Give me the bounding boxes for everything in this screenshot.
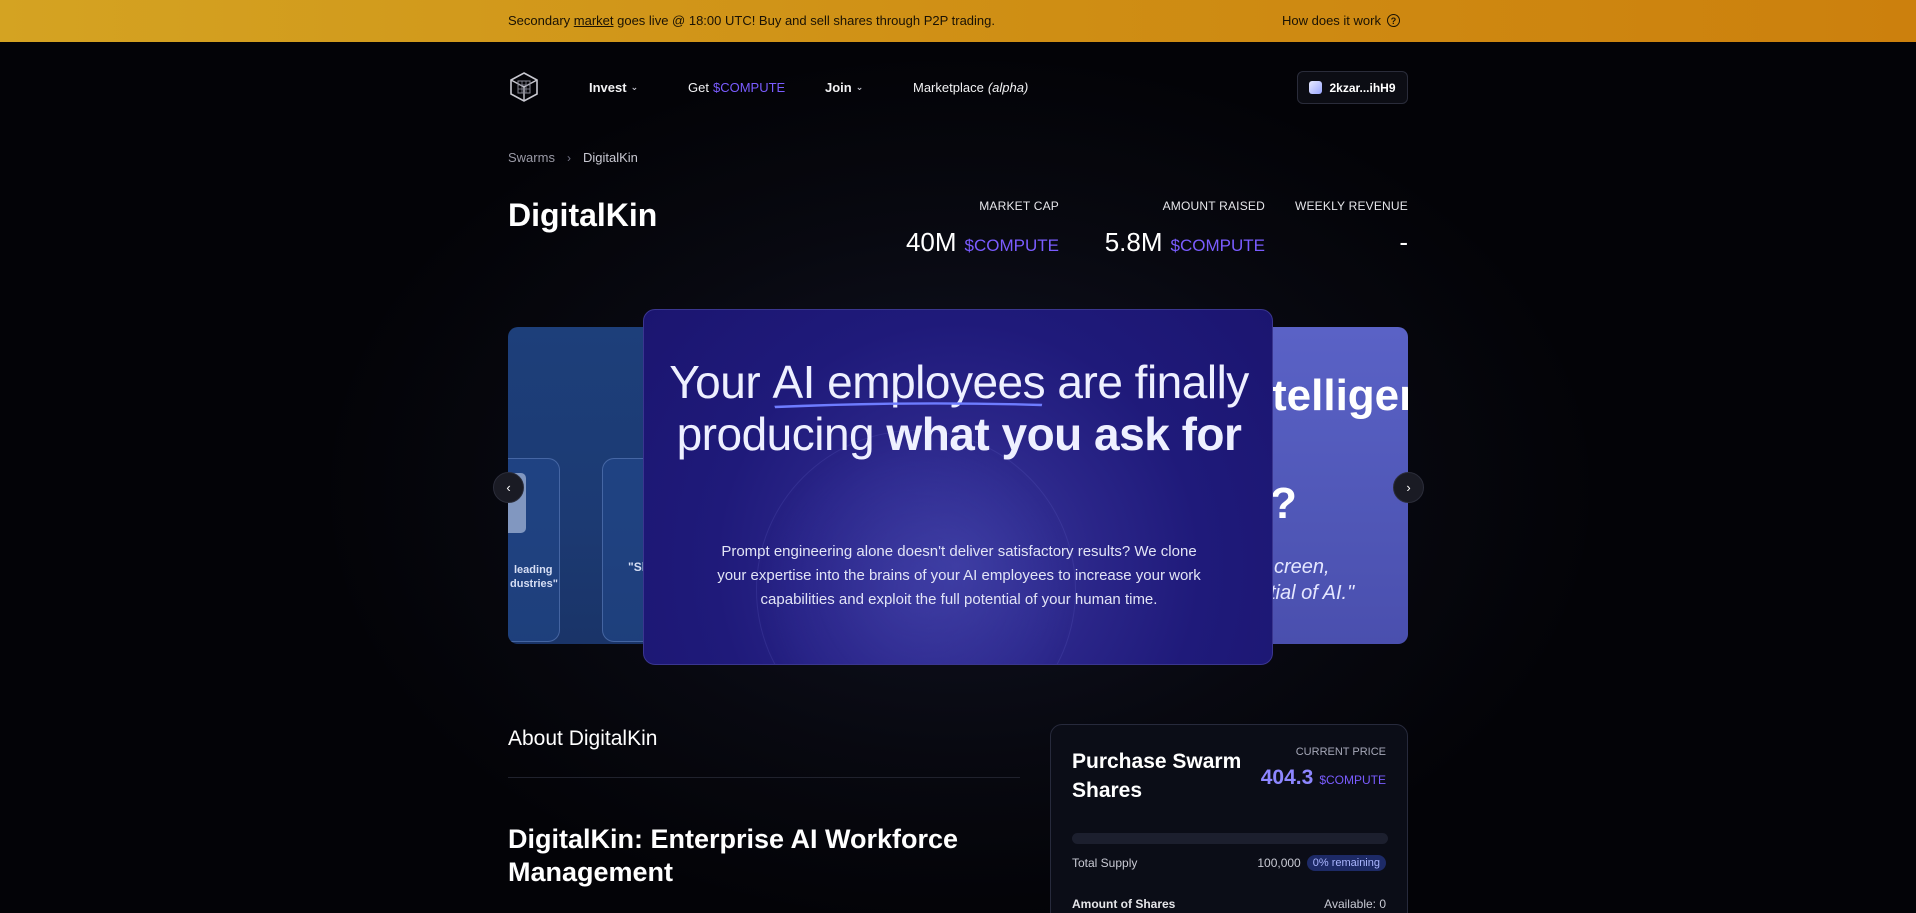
breadcrumb-current: DigitalKin — [582, 150, 638, 165]
nav-join[interactable]: Join ⌄ — [825, 80, 863, 95]
wallet-button[interactable]: 2kzar...ihH9 — [1297, 71, 1408, 104]
total-supply-label: Total Supply — [1072, 856, 1138, 870]
carousel-next-button[interactable]: › — [1393, 472, 1424, 503]
slide-peek-line: creen, — [1274, 556, 1330, 578]
about-heading: About DigitalKin — [508, 727, 658, 750]
stat-unit: $COMPUTE — [964, 236, 1059, 255]
stat-value: - — [1399, 227, 1408, 257]
announcement-banner: Secondary market goes live @ 18:00 UTC! … — [0, 0, 1916, 42]
purchase-panel: Purchase Swarm Shares CURRENT PRICE 404.… — [1050, 724, 1408, 913]
slide-peek-heading: telligen — [1272, 371, 1408, 420]
supply-progress-bar — [1072, 833, 1388, 844]
nav-compute-token: $COMPUTE — [712, 80, 786, 95]
remaining-badge: 0% remaining — [1306, 855, 1386, 871]
chevron-right-icon: › — [1406, 480, 1411, 495]
price-value: 404.3 — [1260, 766, 1314, 789]
stat-weekly-revenue: WEEKLY REVENUE - — [1295, 199, 1408, 258]
wallet-icon — [1309, 81, 1323, 94]
stat-value-row: - — [1295, 227, 1408, 258]
question-circle-icon: ? — [1386, 14, 1400, 27]
stat-unit: $COMPUTE — [1170, 236, 1265, 255]
chevron-left-icon: ‹ — [506, 480, 511, 495]
slide-peek-line: tial of AI." — [1270, 582, 1355, 604]
stat-label: MARKET CAP — [979, 199, 1059, 213]
chevron-right-icon: › — [566, 150, 571, 165]
banner-text-suffix: goes live @ 18:00 UTC! Buy and sell shar… — [613, 13, 996, 28]
slide-peek-line: dustries" — [510, 578, 559, 590]
market-link[interactable]: market — [574, 13, 614, 28]
headline-underlined: AI employees — [772, 356, 1046, 409]
nav-join-label: Join — [825, 80, 852, 95]
nav-marketplace-label: Marketplace — [913, 80, 984, 95]
stat-value-row: 40M $COMPUTE — [906, 227, 1059, 258]
nav-invest-label: Invest — [589, 80, 627, 95]
nav-get-label: Get — [688, 80, 709, 95]
nav-get-compute[interactable]: Get $COMPUTE — [688, 80, 785, 95]
underline-stroke — [774, 402, 1043, 409]
slide-body-text: Prompt engineering alone doesn't deliver… — [717, 543, 1201, 608]
stat-value-row: 5.8M $COMPUTE — [1105, 227, 1265, 258]
available-shares: Available: 0 — [1324, 897, 1386, 911]
stat-market-cap: MARKET CAP 40M $COMPUTE — [906, 199, 1059, 258]
nav-marketplace-tag: (alpha) — [987, 80, 1029, 95]
current-price: 404.3 $COMPUTE — [1261, 766, 1386, 790]
divider — [508, 777, 1020, 778]
breadcrumb: Swarms › DigitalKin — [508, 150, 638, 165]
carousel-prev-button[interactable]: ‹ — [493, 472, 524, 503]
current-price-label: CURRENT PRICE — [1295, 746, 1386, 758]
price-unit: $COMPUTE — [1319, 773, 1386, 787]
slide-peek-quote: creen, tial of AI." — [1270, 554, 1354, 606]
slide-headline: Your AI employees are finally producing … — [644, 356, 1272, 460]
carousel-slide-current: Your AI employees are finally producing … — [643, 309, 1273, 665]
how-does-it-work-link[interactable]: How does it work ? — [1282, 13, 1400, 28]
purchase-title: Purchase Swarm Shares — [1072, 750, 1242, 802]
stat-label: WEEKLY REVENUE — [1294, 199, 1408, 213]
wallet-address: 2kzar...ihH9 — [1329, 80, 1396, 95]
stat-value: 40M — [905, 227, 957, 257]
stat-label: AMOUNT RAISED — [1162, 199, 1265, 213]
headline-bold: what you ask for — [886, 408, 1242, 460]
page-title: DigitalKin — [508, 197, 658, 233]
breadcrumb-swarms[interactable]: Swarms — [508, 150, 555, 165]
slide-peek-question: ? — [1270, 479, 1297, 528]
total-supply-value: 100,000 — [1257, 856, 1301, 870]
article-title: DigitalKin: Enterprise AI Workforce Mana… — [508, 824, 959, 887]
cube-logo-icon[interactable] — [508, 71, 540, 103]
chevron-down-icon: ⌄ — [855, 82, 864, 92]
nav-invest[interactable]: Invest ⌄ — [589, 80, 638, 95]
stat-amount-raised: AMOUNT RAISED 5.8M $COMPUTE — [1105, 199, 1265, 258]
slide-peek-line: leading — [514, 564, 553, 576]
headline-part: Your — [669, 356, 773, 408]
nav-marketplace[interactable]: Marketplace (alpha) — [913, 80, 1028, 95]
chevron-down-icon: ⌄ — [630, 82, 639, 92]
how-does-it-work-label: How does it work — [1282, 13, 1381, 28]
carousel-slide-next[interactable]: telligen ? creen, tial of AI." — [1270, 327, 1408, 644]
slide-peek-text: leading dustries" — [508, 563, 558, 591]
total-supply-value-row: 100,000 0% remaining — [1257, 855, 1386, 871]
banner-text: Secondary market goes live @ 18:00 UTC! … — [508, 13, 995, 28]
stat-value: 5.8M — [1104, 227, 1163, 257]
amount-of-shares-label: Amount of Shares — [1072, 897, 1176, 911]
banner-text-prefix: Secondary — [508, 13, 574, 28]
